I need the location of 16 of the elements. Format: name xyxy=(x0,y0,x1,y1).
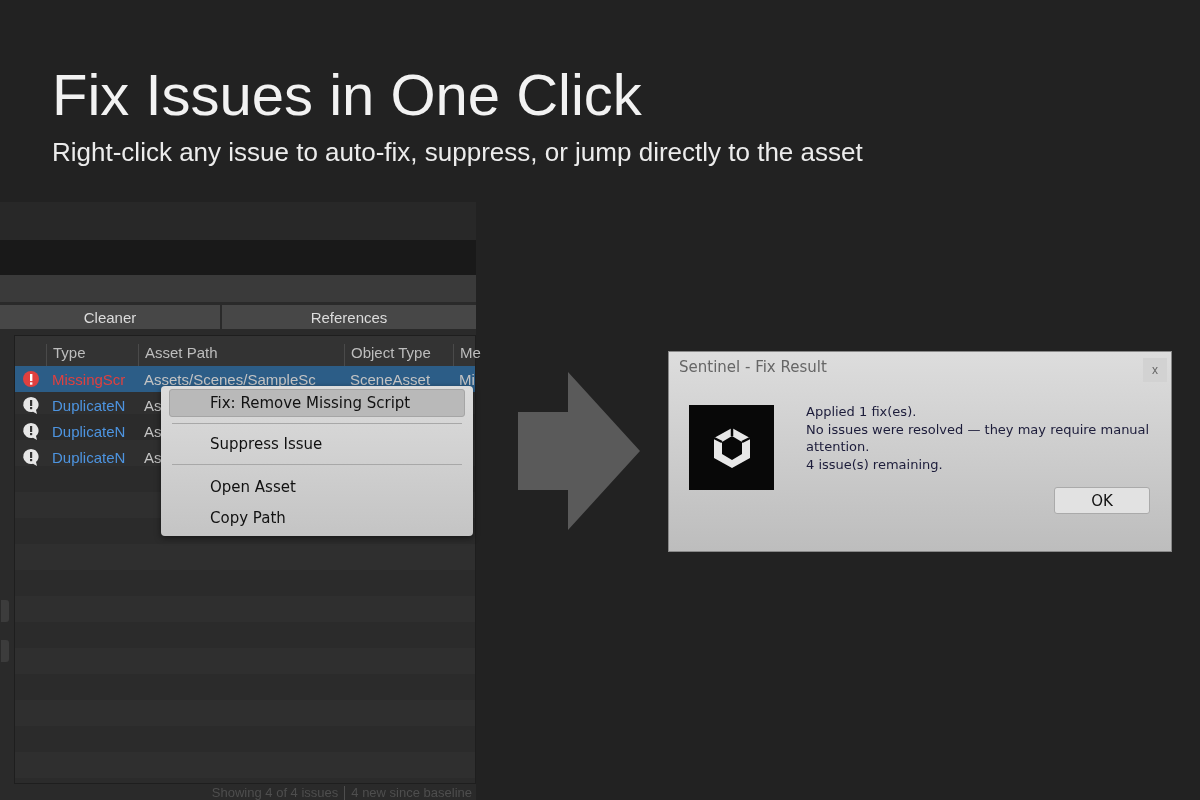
table-cell: DuplicateN xyxy=(52,422,126,440)
dialog-title: Sentinel - Fix Result xyxy=(679,358,827,376)
table-cell: Mi xyxy=(459,370,475,388)
table-cell: SceneAsset xyxy=(350,370,431,388)
table-cell: DuplicateN xyxy=(52,396,126,414)
table-cell: DuplicateN xyxy=(52,448,126,466)
dialog-message: Applied 1 fix(es). xyxy=(806,403,918,421)
subheadline: Right-click any issue to auto-fix, suppress, or jump directly to the asset xyxy=(52,136,863,168)
table-cell: As xyxy=(144,448,162,466)
table-cell: MissingScr xyxy=(52,370,126,388)
headline: Fix Issues in One Click xyxy=(52,62,643,128)
table-cell: Assets/Scenes/SampleSc xyxy=(144,370,316,388)
table-cell: As xyxy=(144,396,162,414)
table-cell: As xyxy=(144,422,162,440)
dialog-message: 4 issue(s) remaining. xyxy=(806,455,944,473)
dialog-message: No issues were resolved — they may require manual attention. xyxy=(806,420,1151,456)
